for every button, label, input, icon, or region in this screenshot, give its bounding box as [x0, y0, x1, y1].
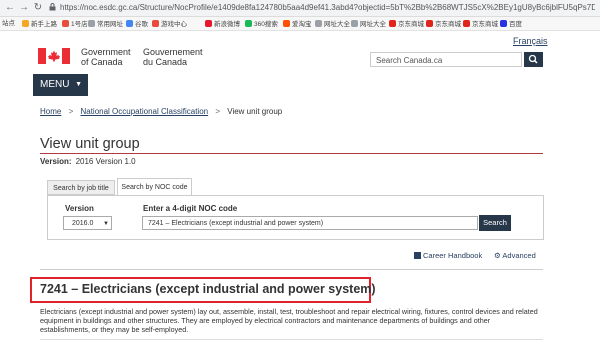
refresh-icon[interactable]: ↻ [32, 2, 44, 14]
site-search-button[interactable] [524, 52, 543, 67]
bookmark-item[interactable]: 网址大全 [351, 20, 386, 29]
bookmark-item[interactable]: 谷歌 [126, 20, 148, 29]
bookmark-item[interactable]: 京东商城 [463, 20, 498, 29]
browser-address-bar: ← → ↻ https://noc.esdc.gc.ca/Structure/N… [0, 0, 600, 17]
search-icon [528, 54, 538, 64]
bookmark-item[interactable]: 网址大全 [315, 20, 350, 29]
version-line: Version: 2016 Version 1.0 [40, 157, 136, 166]
government-wordmark-en[interactable]: Government of Canada [81, 47, 131, 67]
back-icon[interactable]: ← [4, 2, 16, 14]
gear-icon: ⚙ [494, 251, 501, 260]
unit-group-description: Electricians (except industrial and powe… [40, 307, 538, 334]
version-field-label: Version [65, 204, 94, 213]
bookmarks-bar: 站点 新手上路 1号店 常用网址 谷歌 游戏中心 新浪微博 360搜索 爱淘宝 … [0, 17, 600, 31]
bookmark-item[interactable]: 站点 [2, 20, 15, 28]
breadcrumb: Home > National Occupational Classificat… [40, 107, 282, 116]
forward-icon[interactable]: → [18, 2, 30, 14]
bookmark-item[interactable]: 360搜索 [245, 20, 278, 29]
advanced-search-link[interactable]: ⚙ Advanced [494, 251, 536, 260]
bookmark-item[interactable]: 新浪微博 [205, 20, 240, 29]
breadcrumb-current: View unit group [227, 107, 283, 116]
site-search-input[interactable]: Search Canada.ca [370, 52, 522, 67]
divider [40, 339, 543, 340]
version-select-value: 2016.0 [72, 220, 94, 227]
breadcrumb-noc-link[interactable]: National Occupational Classification [80, 107, 208, 116]
bookmark-item[interactable]: 新手上路 [22, 20, 57, 29]
chevron-right-icon: > [215, 107, 221, 116]
wordmark-line: du Canada [143, 57, 188, 67]
bookmark-item[interactable]: 爱淘宝 [283, 20, 312, 29]
bookmark-item[interactable]: 游戏中心 [152, 20, 187, 29]
version-label: Version: [40, 157, 72, 166]
government-wordmark-fr[interactable]: Gouvernement du Canada [143, 47, 203, 67]
tab-search-by-job-title[interactable]: Search by job title [47, 180, 115, 195]
noc-field-label: Enter a 4-digit NOC code [143, 204, 238, 213]
chevron-down-icon: ▼ [103, 221, 109, 227]
book-icon [414, 252, 421, 259]
unit-group-heading: 7241 – Electricians (except industrial a… [40, 282, 376, 296]
menu-button[interactable]: MENU ▼ [33, 74, 88, 96]
url-field[interactable]: https://noc.esdc.gc.ca/Structure/NocProf… [60, 2, 595, 14]
bookmark-item[interactable]: 常用网址 [88, 20, 123, 29]
lock-icon [49, 3, 56, 11]
bookmark-item[interactable]: 京东商城 [426, 20, 461, 29]
version-select[interactable]: 2016.0 ▼ [63, 216, 112, 230]
wordmark-line: of Canada [81, 57, 123, 67]
divider [40, 269, 543, 270]
advanced-label: Advanced [502, 251, 536, 260]
bookmark-item[interactable]: 1号店 [62, 20, 88, 29]
wordmark-line: Gouvernement [143, 47, 203, 57]
bookmark-item[interactable]: 百度 [500, 20, 522, 29]
language-toggle-link[interactable]: Français [513, 36, 548, 46]
noc-code-input[interactable]: 7241 – Electricians (except industrial a… [142, 216, 478, 230]
menu-label: MENU [40, 79, 70, 90]
bookmark-item[interactable]: 京东商城 [389, 20, 424, 29]
career-handbook-label: Career Handbook [423, 251, 483, 260]
title-underline [40, 153, 543, 154]
tab-search-by-noc-code[interactable]: Search by NOC code [117, 178, 192, 196]
chevron-down-icon: ▼ [75, 81, 82, 88]
noc-search-button[interactable]: Search [479, 215, 511, 231]
wordmark-line: Government [81, 47, 131, 57]
career-handbook-link[interactable]: Career Handbook [414, 251, 482, 260]
canada-flag-icon [38, 48, 70, 64]
version-value: 2016 Version 1.0 [75, 157, 136, 166]
page-title: View unit group [40, 136, 140, 152]
breadcrumb-home-link[interactable]: Home [40, 107, 61, 116]
chevron-right-icon: > [68, 107, 74, 116]
